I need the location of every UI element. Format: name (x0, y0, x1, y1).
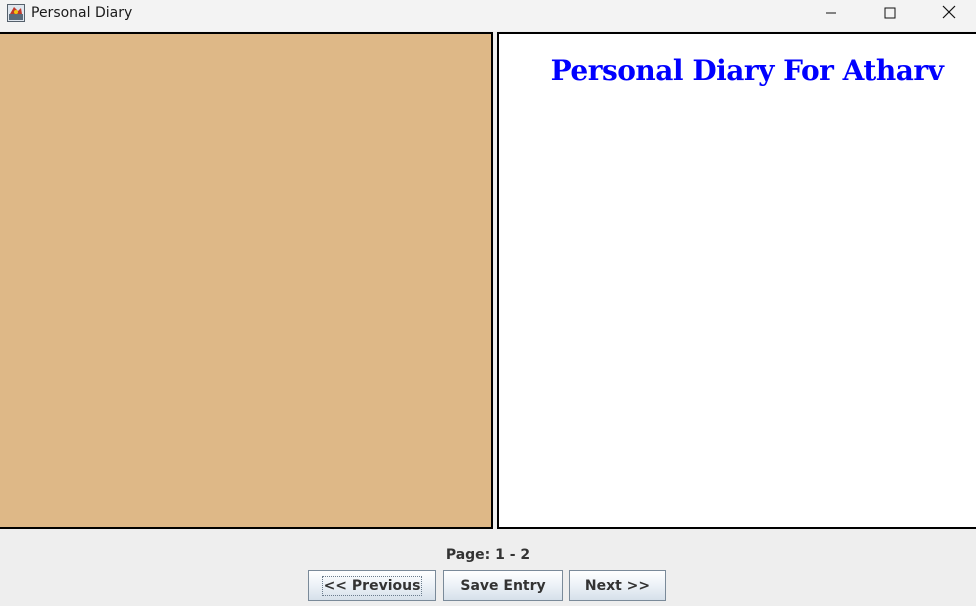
next-button-label: Next >> (584, 577, 651, 594)
minimize-icon (825, 4, 837, 23)
title-bar[interactable]: Personal Diary (0, 0, 976, 31)
window-title: Personal Diary (31, 5, 133, 21)
page-indicator: Page: 1 - 2 (445, 547, 531, 563)
close-button[interactable] (920, 0, 976, 26)
diary-heading: Personal Diary For Atharv (550, 54, 944, 87)
save-entry-button[interactable]: Save Entry (443, 570, 563, 601)
java-app-icon (7, 4, 25, 22)
previous-button[interactable]: << Previous (308, 570, 436, 601)
maximize-button[interactable] (861, 0, 919, 26)
maximize-icon (884, 4, 896, 23)
next-button[interactable]: Next >> (569, 570, 666, 601)
app-window: Personal Diary Personal Diary For Atharv… (0, 0, 976, 606)
right-diary-page[interactable]: Personal Diary For Atharv (497, 32, 976, 529)
minimize-button[interactable] (802, 0, 860, 26)
save-entry-button-label: Save Entry (460, 577, 546, 594)
left-diary-page[interactable] (0, 32, 493, 529)
previous-button-label: << Previous (321, 575, 423, 596)
close-icon (942, 4, 956, 23)
